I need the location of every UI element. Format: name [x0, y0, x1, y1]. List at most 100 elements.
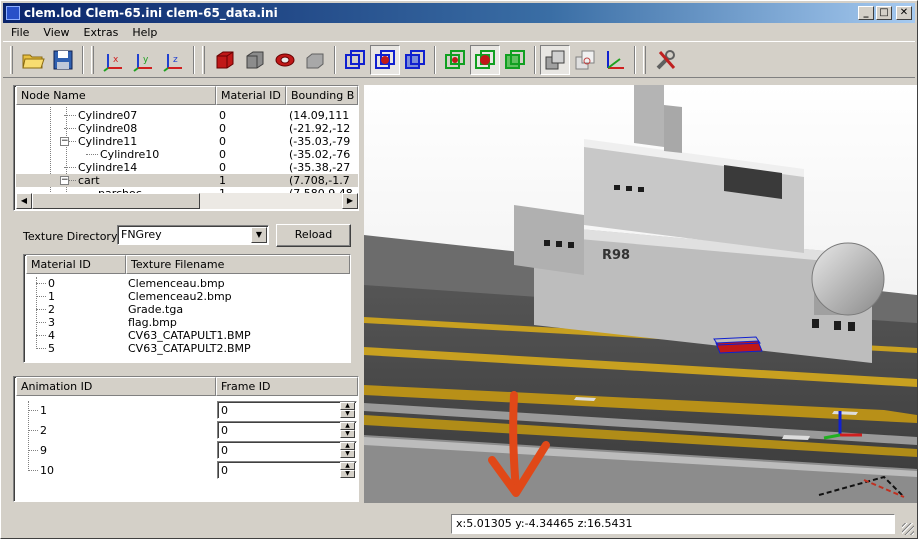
texture-row[interactable]: 5 CV63_CATAPULT2.BMP	[26, 342, 350, 355]
box-green-red-button[interactable]	[470, 44, 500, 75]
wire-gray-button[interactable]	[300, 45, 330, 75]
animation-row[interactable]: 10	[16, 464, 216, 477]
toolbar-grip[interactable]	[202, 45, 205, 74]
toolbar-grip[interactable]	[643, 45, 646, 74]
resize-grip[interactable]	[902, 523, 914, 535]
tree-connector	[36, 348, 46, 349]
rotate-z-button[interactable]: z	[159, 45, 189, 75]
rotate-x-button[interactable]: x	[99, 45, 129, 75]
open-icon	[22, 54, 45, 68]
animation-list[interactable]: Animation ID Frame ID 1 0 ▲ ▼ 2 0 ▲ ▼ 9 0 ▲ ▼ 10 0 ▲ ▼	[13, 376, 359, 502]
texture-row[interactable]: 3 flag.bmp	[26, 316, 350, 329]
box-blue-button[interactable]	[340, 45, 370, 75]
animation-id: 1	[40, 404, 47, 417]
animation-row[interactable]: 2	[16, 424, 216, 437]
menu-file[interactable]: File	[3, 26, 35, 39]
maximize-button[interactable]: □	[876, 6, 892, 20]
chevron-down-icon[interactable]: ▼	[251, 227, 267, 243]
title-bar[interactable]: clem.lod Clem-65.ini clem-65_data.ini _ …	[3, 3, 915, 23]
layers-button[interactable]	[540, 44, 570, 75]
texture-directory-combo[interactable]: FNGrey ▼	[117, 225, 269, 245]
collapse-toggle[interactable]: −	[60, 137, 69, 146]
frame-id-spinbox[interactable]: 0 ▲ ▼	[217, 441, 357, 459]
spin-up-icon[interactable]: ▲	[340, 402, 355, 410]
close-button[interactable]: ✕	[896, 6, 912, 20]
collapse-toggle[interactable]: −	[60, 176, 69, 185]
texture-material-id: 5	[48, 342, 55, 355]
toolbar-separator	[634, 45, 636, 74]
col-animation-id[interactable]: Animation ID	[16, 377, 216, 396]
animation-row[interactable]: 9	[16, 444, 216, 457]
spin-down-icon[interactable]: ▼	[340, 430, 355, 438]
spin-down-icon[interactable]: ▼	[340, 450, 355, 458]
node-material-id: 1	[219, 174, 226, 187]
col-frame-id[interactable]: Frame ID	[216, 377, 358, 396]
spin-up-icon[interactable]: ▲	[340, 462, 355, 470]
box-green-button[interactable]	[440, 45, 470, 75]
spin-up-icon[interactable]: ▲	[340, 422, 355, 430]
texture-row[interactable]: 4 CV63_CATAPULT1.BMP	[26, 329, 350, 342]
col-node-name[interactable]: Node Name	[16, 86, 216, 105]
col-material-id[interactable]: Material ID	[26, 255, 126, 274]
frame-id-value: 0	[221, 404, 228, 417]
spin-down-icon[interactable]: ▼	[340, 410, 355, 418]
solid-red-button[interactable]	[210, 45, 240, 75]
3d-viewport[interactable]: R98	[364, 85, 917, 503]
scroll-right-button[interactable]: ▶	[342, 193, 358, 209]
texture-row[interactable]: 1 Clemenceau2.bmp	[26, 290, 350, 303]
frame-id-spinbox[interactable]: 0 ▲ ▼	[217, 421, 357, 439]
scroll-left-button[interactable]: ◀	[16, 193, 32, 209]
texture-material-id: 0	[48, 277, 55, 290]
texture-row[interactable]: 0 Clemenceau.bmp	[26, 277, 350, 290]
node-row[interactable]: Cylindre08 0 (-21.92,-12	[16, 122, 358, 135]
wire-red-button[interactable]	[270, 45, 300, 75]
menu-view[interactable]: View	[35, 26, 75, 39]
node-row[interactable]: Cylindre07 0 (14.09,111	[16, 109, 358, 122]
node-material-id: 0	[219, 148, 226, 161]
node-row[interactable]: Cylindre14 0 (-35.38,-27	[16, 161, 358, 174]
texture-button[interactable]	[570, 45, 600, 75]
texture-filename: Clemenceau.bmp	[128, 277, 225, 290]
frame-id-spinbox[interactable]: 0 ▲ ▼	[217, 401, 357, 419]
box-green-red-icon	[475, 49, 495, 69]
rotate-y-icon: y	[133, 53, 152, 72]
menu-extras[interactable]: Extras	[76, 26, 125, 39]
col-material-id[interactable]: Material ID	[216, 86, 286, 105]
node-tree-hscroll[interactable]: ◀ ▶	[16, 193, 358, 209]
node-material-id: 0	[219, 109, 226, 122]
menu-help[interactable]: Help	[124, 26, 163, 39]
hull-marking: R98	[602, 248, 630, 263]
wire-gray-icon	[306, 53, 324, 68]
texture-list[interactable]: Material ID Texture Filename 0 Clemenceau…	[23, 254, 351, 363]
toolbar-grip[interactable]	[10, 45, 13, 74]
frame-id-spinbox[interactable]: 0 ▲ ▼	[217, 461, 357, 479]
save-button[interactable]	[48, 45, 78, 75]
col-texture-filename[interactable]: Texture Filename	[126, 255, 350, 274]
tree-connector	[36, 283, 46, 284]
axes-button[interactable]	[600, 45, 630, 75]
minimize-button[interactable]: _	[858, 6, 874, 20]
texture-row[interactable]: 2 Grade.tga	[26, 303, 350, 316]
animation-row[interactable]: 1	[16, 404, 216, 417]
toolbar-grip[interactable]	[91, 45, 94, 74]
col-bounding-box[interactable]: Bounding B	[286, 86, 358, 105]
tools-button[interactable]	[651, 45, 681, 75]
toolbar-separator	[82, 45, 84, 74]
rotate-y-button[interactable]: y	[129, 45, 159, 75]
tree-connector	[86, 154, 98, 155]
box-green-fill-button[interactable]	[500, 45, 530, 75]
box-blue-red-button[interactable]	[370, 44, 400, 75]
open-button[interactable]	[18, 45, 48, 75]
main-window: clem.lod Clem-65.ini clem-65_data.ini _ …	[0, 0, 918, 539]
axes-icon	[607, 50, 624, 69]
scroll-thumb[interactable]	[32, 193, 200, 209]
node-tree[interactable]: Node Name Material ID Bounding B Cylindr…	[13, 85, 359, 211]
reload-button[interactable]: Reload	[276, 224, 351, 247]
node-row[interactable]: − Cylindre11 0 (-35.03,-79	[16, 135, 358, 148]
box-blue-fill-button[interactable]	[400, 45, 430, 75]
node-row[interactable]: Cylindre10 0 (-35.02,-76	[16, 148, 358, 161]
spin-up-icon[interactable]: ▲	[340, 442, 355, 450]
spin-down-icon[interactable]: ▼	[340, 470, 355, 478]
node-row[interactable]: − cart 1 (7.708,-1.7	[16, 174, 358, 187]
solid-gray-button[interactable]	[240, 45, 270, 75]
